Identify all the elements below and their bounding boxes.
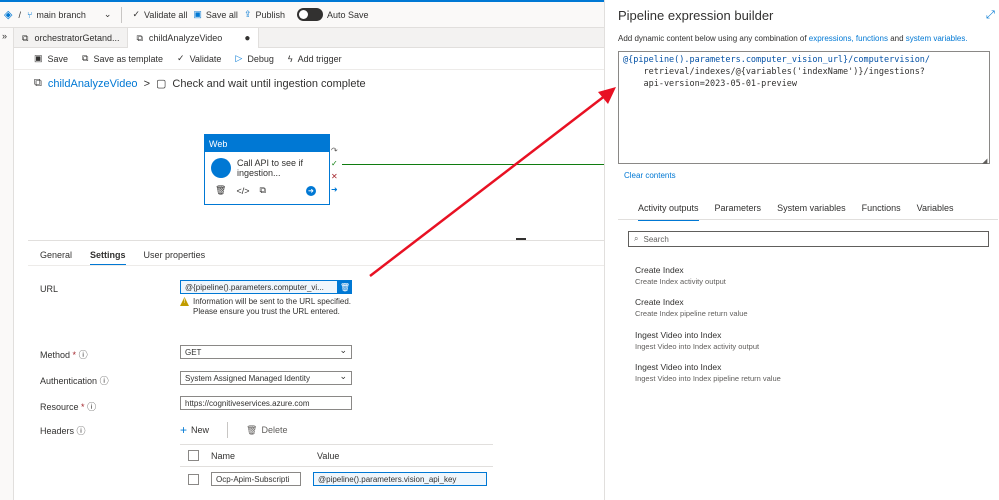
arrow-head (598, 87, 616, 104)
annotation-arrow (369, 87, 616, 277)
arrow-shaft (369, 94, 607, 277)
